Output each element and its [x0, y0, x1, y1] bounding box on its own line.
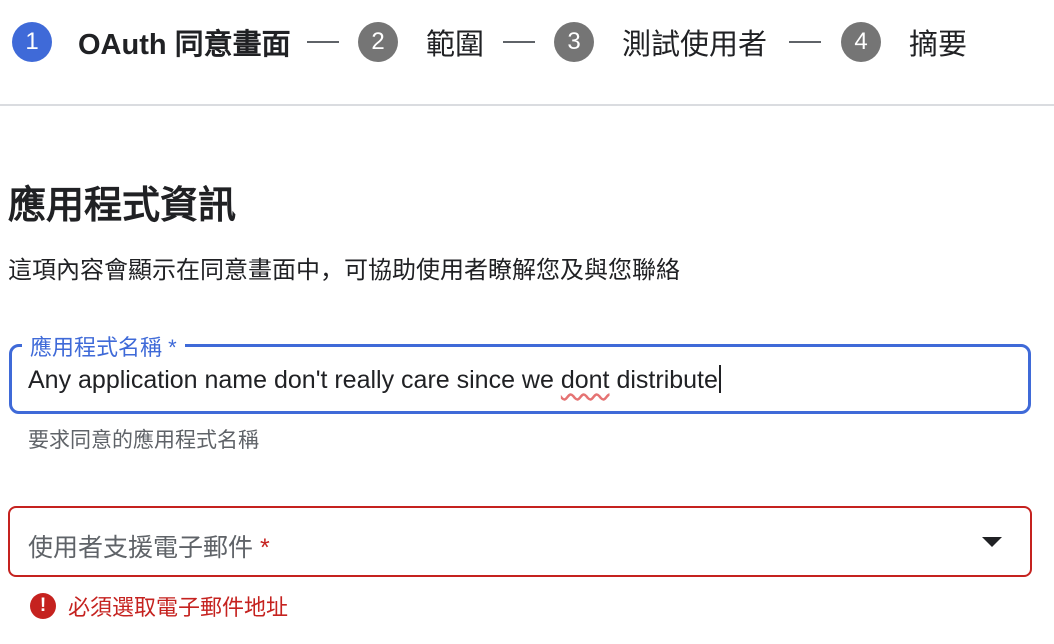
app-name-label: 應用程式名稱 * — [22, 330, 185, 362]
step-label-scopes: 範圍 — [426, 29, 485, 61]
misspelled-word: dont — [560, 366, 610, 394]
stepper: 1 OAuth 同意畫面 2 範圍 3 測試使用者 4 摘要 — [0, 0, 1054, 106]
step-label-test-users: 測試使用者 — [622, 29, 768, 61]
support-email-placeholder: 使用者支援電子郵件 * — [28, 528, 270, 564]
app-name-helper-text: 要求同意的應用程式名稱 — [28, 429, 259, 452]
error-icon: ! — [30, 593, 56, 619]
step-connector — [307, 41, 339, 43]
app-name-field[interactable]: 應用程式名稱 * Any application name don't real… — [9, 330, 1031, 414]
step-number-4: 4 — [841, 22, 881, 62]
app-name-input[interactable]: Any application name don't really care s… — [28, 365, 721, 395]
step-scopes[interactable]: 2 範圍 — [358, 22, 484, 62]
error-message: 必須選取電子郵件地址 — [68, 595, 289, 620]
app-name-value-end: distribute — [609, 366, 718, 394]
section-description: 這項內容會顯示在同意畫面中，可協助使用者瞭解您及與您聯絡 — [8, 257, 680, 284]
app-name-value-start: Any application name don't really care s… — [28, 366, 561, 394]
support-email-label: 使用者支援電子郵件 — [28, 534, 254, 562]
step-test-users[interactable]: 3 測試使用者 — [554, 22, 767, 62]
step-summary[interactable]: 4 摘要 — [841, 22, 967, 62]
support-email-select[interactable]: 使用者支援電子郵件 * — [8, 506, 1032, 577]
step-connector — [503, 41, 535, 43]
section-title: 應用程式資訊 — [8, 185, 237, 227]
step-oauth-consent[interactable]: 1 OAuth 同意畫面 — [12, 22, 291, 62]
step-number-3: 3 — [554, 22, 594, 62]
step-label-oauth-consent: OAuth 同意畫面 — [78, 29, 291, 61]
dropdown-arrow-icon[interactable] — [982, 537, 1002, 547]
step-number-1: 1 — [12, 22, 52, 62]
step-connector — [789, 41, 821, 43]
step-label-summary: 摘要 — [909, 29, 968, 61]
required-asterisk: * — [259, 534, 270, 562]
text-cursor — [718, 365, 721, 393]
support-email-error: ! 必須選取電子郵件地址 — [30, 592, 288, 620]
step-number-2: 2 — [358, 22, 398, 62]
